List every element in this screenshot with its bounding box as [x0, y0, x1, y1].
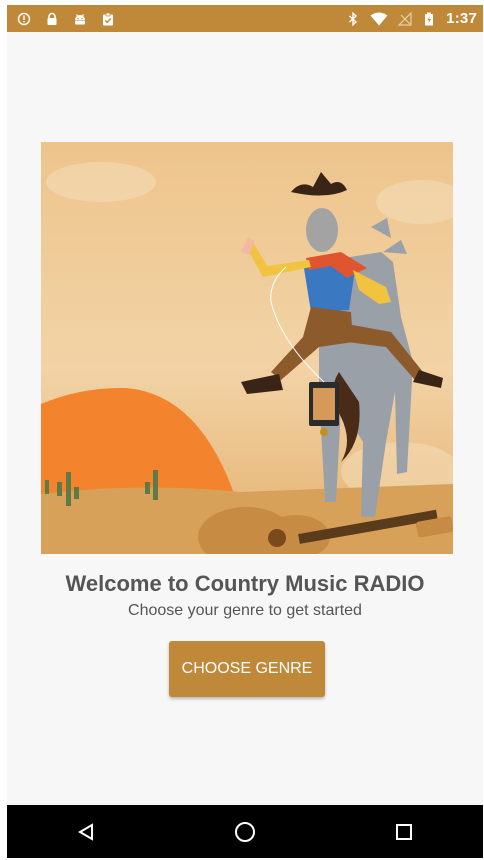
bluetooth-icon — [349, 11, 358, 26]
recents-icon — [395, 823, 412, 840]
welcome-subtitle: Choose your genre to get started — [128, 602, 362, 619]
welcome-title: Welcome to Country Music RADIO — [65, 571, 425, 596]
info-icon — [17, 12, 31, 25]
clipboard-check-icon — [103, 12, 113, 25]
android-icon — [75, 13, 85, 24]
wifi-icon — [370, 12, 388, 25]
choose-genre-button[interactable]: CHOOSE GENRE — [169, 641, 325, 697]
no-signal-icon — [398, 11, 412, 26]
nav-back-button[interactable] — [56, 805, 116, 858]
lock-icon — [47, 12, 57, 25]
home-icon — [234, 821, 255, 842]
nav-home-button[interactable] — [215, 805, 275, 858]
status-bar: 1:37 — [7, 5, 483, 32]
navigation-bar — [7, 805, 483, 858]
status-time: 1:37 — [446, 10, 477, 27]
back-icon — [78, 822, 94, 841]
nav-recents-button[interactable] — [374, 805, 434, 858]
battery-icon — [425, 12, 434, 25]
hero-illustration — [41, 142, 453, 554]
app-screen: 1:37 Welcome to Country Music RADIO Choo… — [7, 5, 483, 858]
